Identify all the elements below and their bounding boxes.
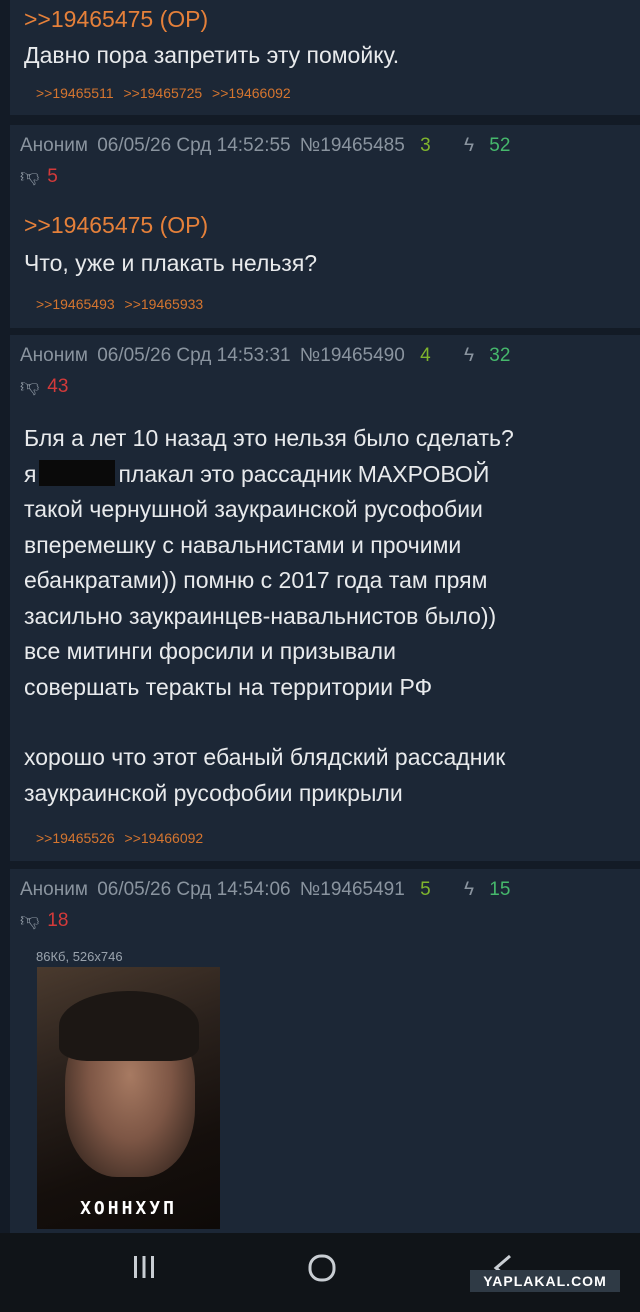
dislike-row[interactable]: 👎︎ 43: [20, 375, 68, 398]
text-line: Бля а лет 10 назад это нельзя было сдела…: [24, 425, 514, 451]
post-text: Бля а лет 10 назад это нельзя было сдела…: [24, 421, 514, 811]
post-author: Аноним: [20, 135, 88, 156]
lightning-icon[interactable]: ϟ: [464, 879, 474, 900]
dislike-count: 18: [47, 910, 69, 931]
like-count: 15: [489, 879, 511, 900]
watermark: YAPLAKAL.COM: [470, 1270, 620, 1292]
reply-count: 5: [420, 879, 431, 900]
post-number[interactable]: №19465485: [300, 135, 405, 156]
post-date: 06/05/26 Срд 14:54:06: [97, 879, 291, 900]
reply-link[interactable]: >>19466092: [212, 85, 291, 101]
reply-count: 4: [420, 345, 431, 366]
post-number[interactable]: №19465490: [300, 345, 405, 366]
post: Аноним 06/05/26 Срд 14:53:31 №19465490 4…: [10, 335, 640, 861]
op-quote-link[interactable]: >>19465475 (OP): [24, 2, 208, 38]
post-text: Давно пора запретить эту помойку.: [24, 42, 400, 68]
thumbs-down-icon[interactable]: 👎︎: [20, 909, 42, 932]
post: >>19465475 (OP) Давно пора запретить эту…: [10, 0, 640, 115]
reply-link[interactable]: >>19465493: [36, 296, 115, 312]
image-thumbnail[interactable]: ХОННХУП: [37, 967, 220, 1229]
post-text: Что, уже и плакать нельзя?: [24, 250, 318, 276]
post-date: 06/05/26 Срд 14:52:55: [97, 135, 291, 156]
reply-links: >>19465493 >>19465933: [36, 296, 209, 312]
text-line: ебанкратами)) помню с 2017 года там прям: [24, 567, 488, 593]
lightning-icon[interactable]: ϟ: [464, 345, 474, 366]
reply-count: 3: [420, 135, 431, 156]
op-quote-link[interactable]: >>19465475 (OP): [24, 208, 208, 244]
recents-icon[interactable]: [130, 1253, 158, 1289]
text-line: вперемешку с навальнистами и прочими: [24, 531, 462, 558]
reply-links: >>19465526 >>19466092: [36, 830, 209, 846]
reply-link[interactable]: >>19465725: [124, 85, 203, 101]
reply-link[interactable]: >>19465526: [36, 830, 115, 846]
text-line: все митинги форсили и призывали: [24, 638, 396, 664]
file-info: 86Кб, 526x746: [36, 949, 123, 964]
post-date: 06/05/26 Срд 14:53:31: [97, 345, 291, 366]
post-author: Аноним: [20, 879, 88, 900]
thumbs-down-icon[interactable]: 👎︎: [20, 375, 42, 398]
text-line: я плакал это рассадник МАХРОВОЙ: [24, 459, 490, 487]
post-number[interactable]: №19465491: [300, 879, 405, 900]
text-line: засильно заукраинцев-навальнистов было)): [24, 602, 497, 629]
post-header: Аноним 06/05/26 Срд 14:52:55 №19465485 3…: [20, 135, 514, 157]
lightning-icon[interactable]: ϟ: [464, 135, 474, 156]
home-icon[interactable]: [307, 1253, 337, 1291]
censor-block: [39, 459, 116, 486]
text-line: такой чернушной заукраинской русофобии: [24, 496, 483, 522]
text-line: заукраинской русофобии прикрыли: [24, 779, 403, 806]
text-line: хорошо что этот ебаный блядский рассадни…: [24, 744, 506, 770]
image-caption: ХОННХУП: [80, 1198, 177, 1219]
text-line: совершать теракты на территории РФ: [24, 673, 433, 700]
post: Аноним 06/05/26 Срд 14:52:55 №19465485 3…: [10, 125, 640, 328]
reply-link[interactable]: >>19466092: [125, 830, 204, 846]
post-header: Аноним 06/05/26 Срд 14:53:31 №19465490 4…: [20, 345, 514, 367]
reply-link[interactable]: >>19465511: [36, 85, 114, 101]
reply-link[interactable]: >>19465933: [125, 296, 204, 312]
reply-links: >>19465511 >>19465725 >>19466092: [36, 85, 297, 101]
dislike-count: 43: [47, 376, 69, 397]
thumbs-down-icon[interactable]: 👎︎: [20, 165, 42, 188]
like-count: 52: [489, 135, 511, 156]
post: Аноним 06/05/26 Срд 14:54:06 №19465491 5…: [10, 869, 640, 1233]
dislike-row[interactable]: 👎︎ 5: [20, 165, 58, 188]
like-count: 32: [489, 345, 511, 366]
post-header: Аноним 06/05/26 Срд 14:54:06 №19465491 5…: [20, 879, 514, 901]
dislike-row[interactable]: 👎︎ 18: [20, 909, 68, 932]
dislike-count: 5: [47, 166, 58, 187]
post-author: Аноним: [20, 345, 88, 366]
hair-illustration: [59, 991, 199, 1061]
